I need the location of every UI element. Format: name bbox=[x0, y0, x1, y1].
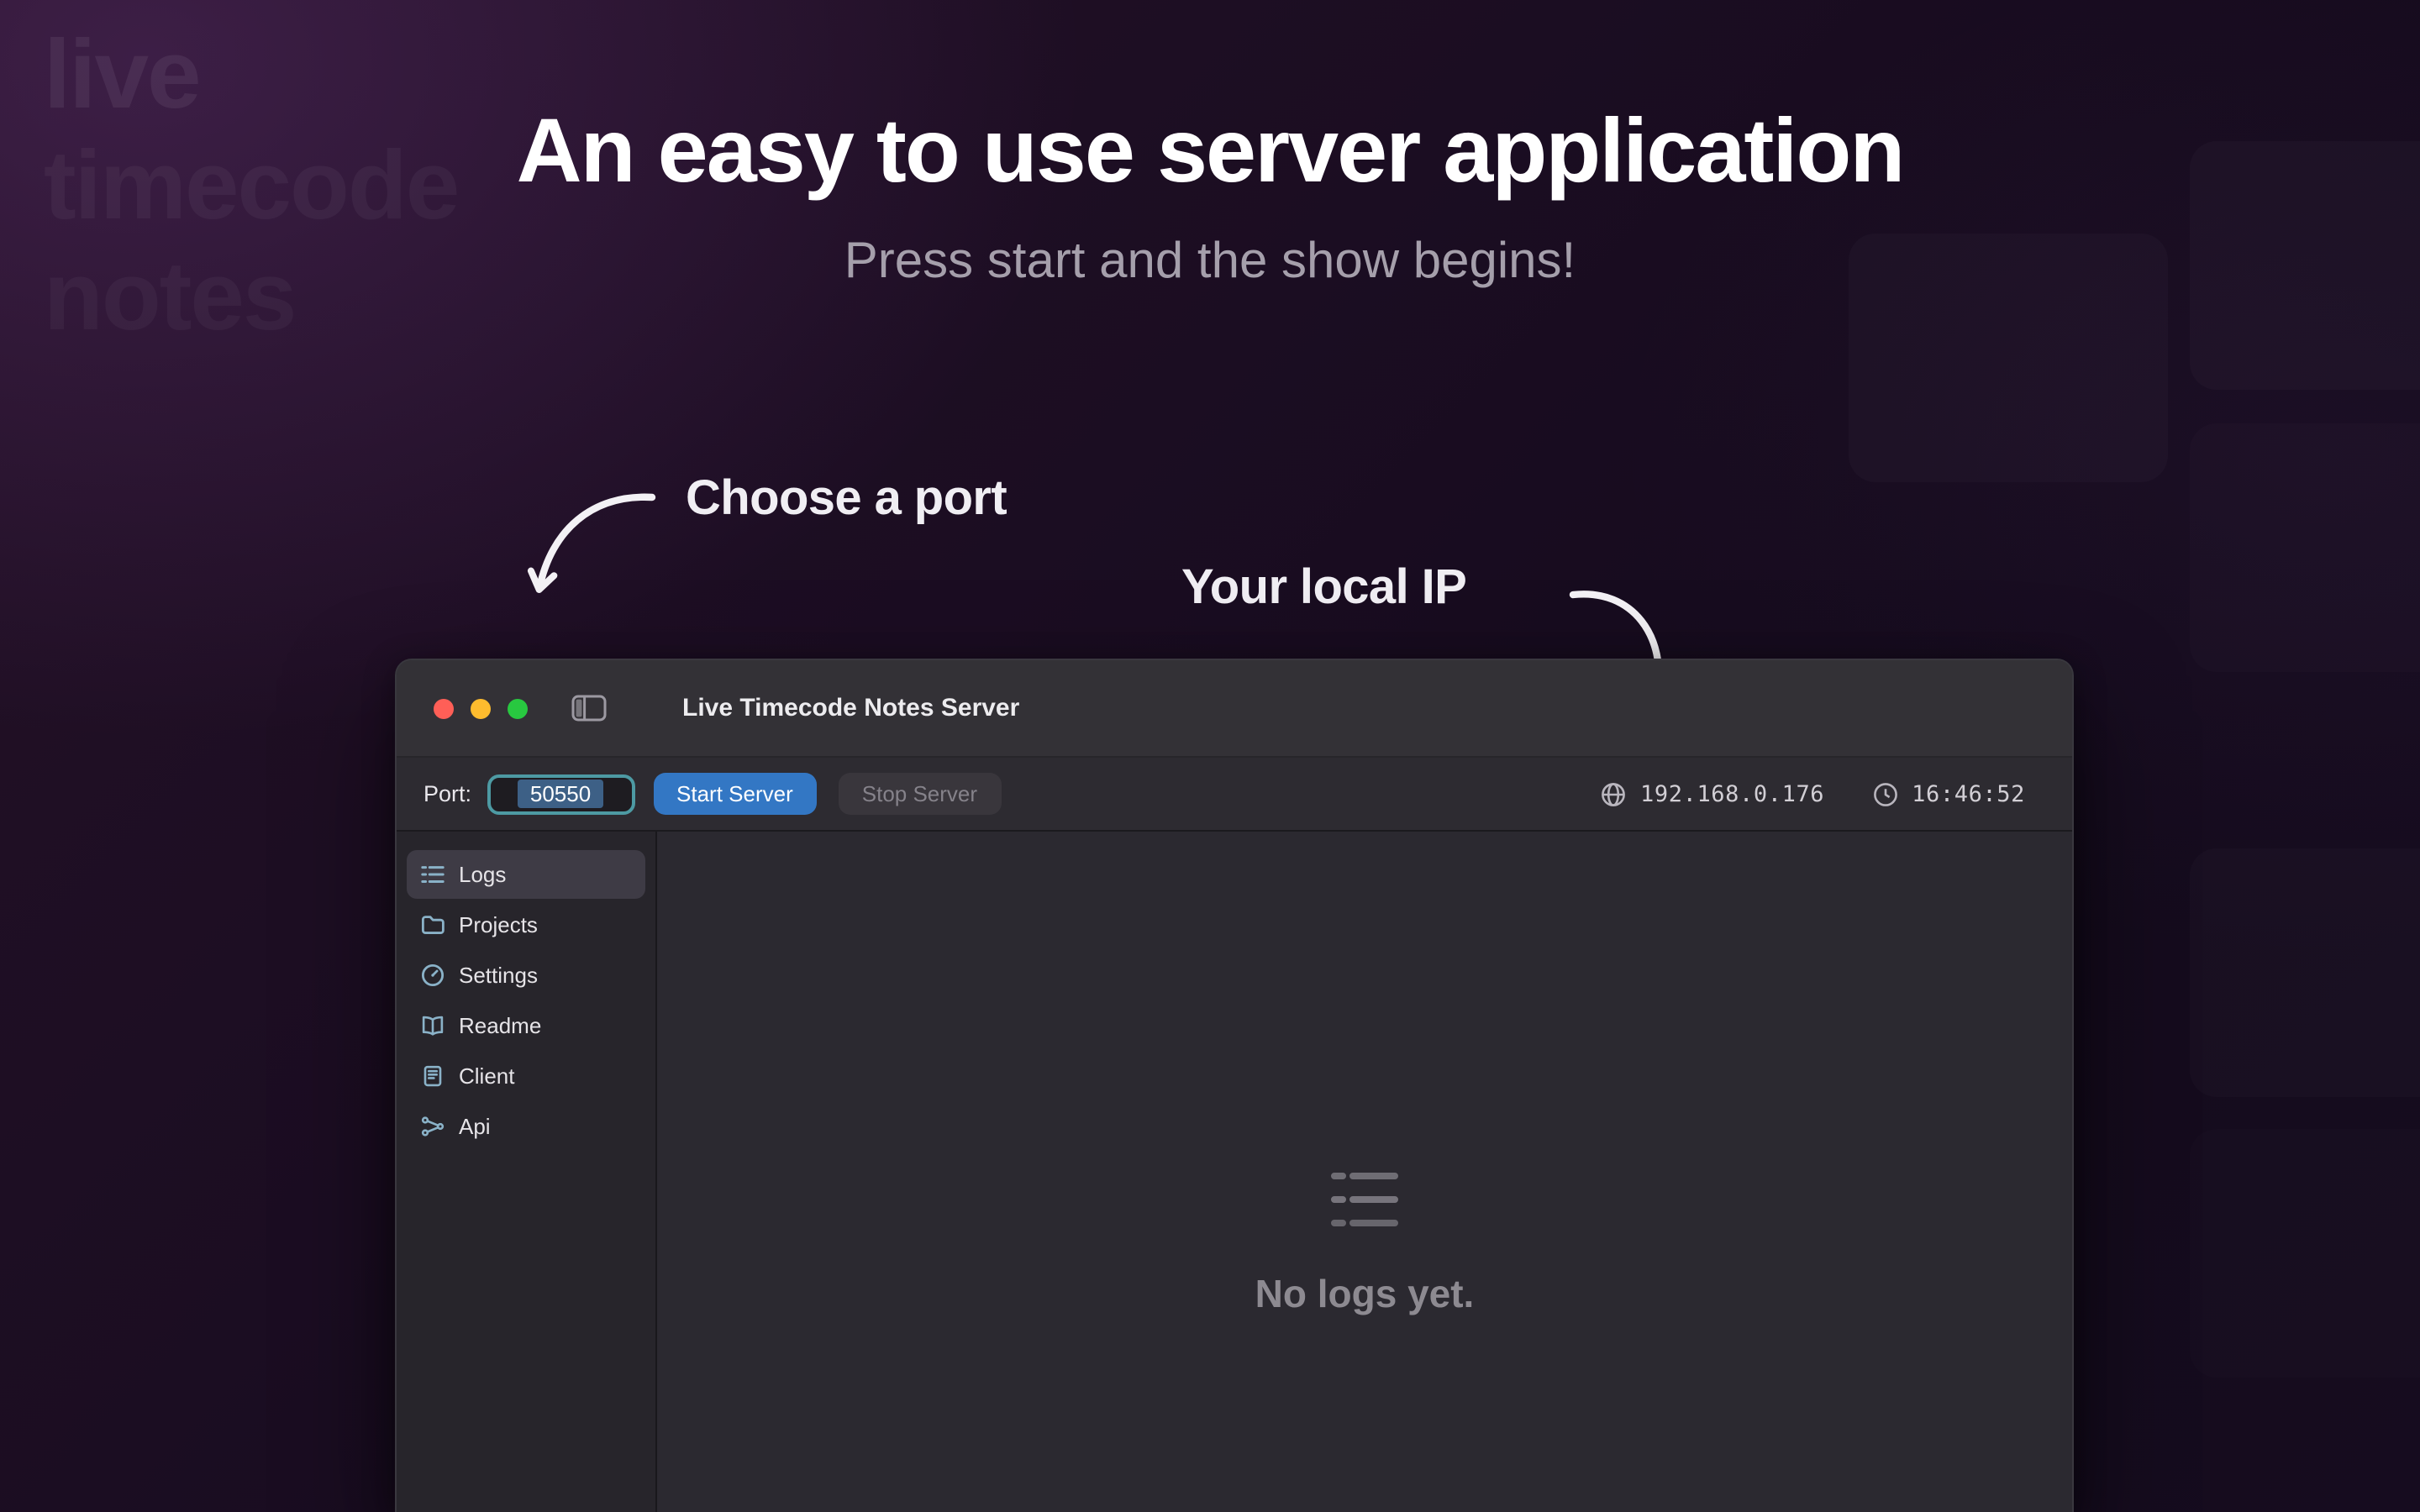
page-title: An easy to use server application bbox=[0, 104, 2420, 199]
window-title: Live Timecode Notes Server bbox=[682, 694, 1019, 722]
annotation-local-ip: Your local IP bbox=[1181, 561, 1466, 617]
traffic-lights bbox=[434, 698, 528, 718]
sidebar-item-label: Api bbox=[459, 1114, 491, 1139]
window-titlebar: Live Timecode Notes Server bbox=[397, 660, 2072, 758]
zoom-button[interactable] bbox=[508, 698, 528, 718]
empty-state: No logs yet. bbox=[657, 1168, 2072, 1317]
sidebar-item-logs[interactable]: Logs bbox=[407, 850, 645, 899]
clock-value: 16:46:52 bbox=[1912, 780, 2025, 807]
folder-icon bbox=[420, 912, 445, 937]
arrow-to-port bbox=[539, 497, 652, 588]
api-icon bbox=[420, 1114, 445, 1139]
annotation-choose-port: Choose a port bbox=[686, 472, 1007, 528]
device-icon bbox=[420, 1063, 445, 1089]
page: live timecode notes An easy to use serve… bbox=[0, 0, 2420, 1512]
port-value: 50550 bbox=[518, 780, 602, 808]
logs-panel: No logs yet. bbox=[657, 832, 2072, 1512]
port-label: Port: bbox=[424, 781, 471, 806]
minimize-button[interactable] bbox=[471, 698, 491, 718]
clock-icon bbox=[1871, 780, 1898, 807]
local-ip-value: 192.168.0.176 bbox=[1640, 780, 1824, 807]
sidebar-item-label: Settings bbox=[459, 963, 538, 988]
sidebar-item-client[interactable]: Client bbox=[407, 1052, 645, 1100]
book-icon bbox=[420, 1013, 445, 1038]
background-tile bbox=[2190, 1129, 2420, 1378]
hero: An easy to use server application Press … bbox=[0, 104, 2420, 290]
window-toolbar: Port: 50550 Start Server Stop Server 192… bbox=[397, 758, 2072, 832]
sidebar-item-api[interactable]: Api bbox=[407, 1102, 645, 1151]
clock-status: 16:46:52 bbox=[1871, 780, 2025, 807]
close-button[interactable] bbox=[434, 698, 454, 718]
list-icon-large bbox=[1328, 1168, 1402, 1231]
start-server-button[interactable]: Start Server bbox=[653, 773, 817, 815]
local-ip-status: 192.168.0.176 bbox=[1600, 780, 1824, 807]
sidebar: Logs Projects bbox=[397, 832, 657, 1512]
background-tile bbox=[2190, 848, 2420, 1097]
page-subtitle: Press start and the show begins! bbox=[0, 233, 2420, 290]
app-window: Live Timecode Notes Server Port: 50550 S… bbox=[395, 659, 2074, 1512]
sidebar-item-readme[interactable]: Readme bbox=[407, 1001, 645, 1050]
sidebar-item-settings[interactable]: Settings bbox=[407, 951, 645, 1000]
background-tile bbox=[2190, 423, 2420, 672]
sidebar-item-label: Client bbox=[459, 1063, 515, 1089]
stop-server-button[interactable]: Stop Server bbox=[839, 773, 1001, 815]
sidebar-item-label: Logs bbox=[459, 862, 506, 887]
empty-state-text: No logs yet. bbox=[1255, 1272, 1475, 1317]
sidebar-item-label: Projects bbox=[459, 912, 538, 937]
gauge-icon bbox=[420, 963, 445, 988]
window-body: Logs Projects bbox=[397, 832, 2072, 1512]
globe-icon bbox=[1600, 780, 1627, 807]
sidebar-toggle-icon[interactable] bbox=[571, 694, 607, 722]
sidebar-item-label: Readme bbox=[459, 1013, 541, 1038]
sidebar-item-projects[interactable]: Projects bbox=[407, 900, 645, 949]
list-icon bbox=[420, 862, 445, 887]
port-input[interactable]: 50550 bbox=[487, 774, 634, 814]
